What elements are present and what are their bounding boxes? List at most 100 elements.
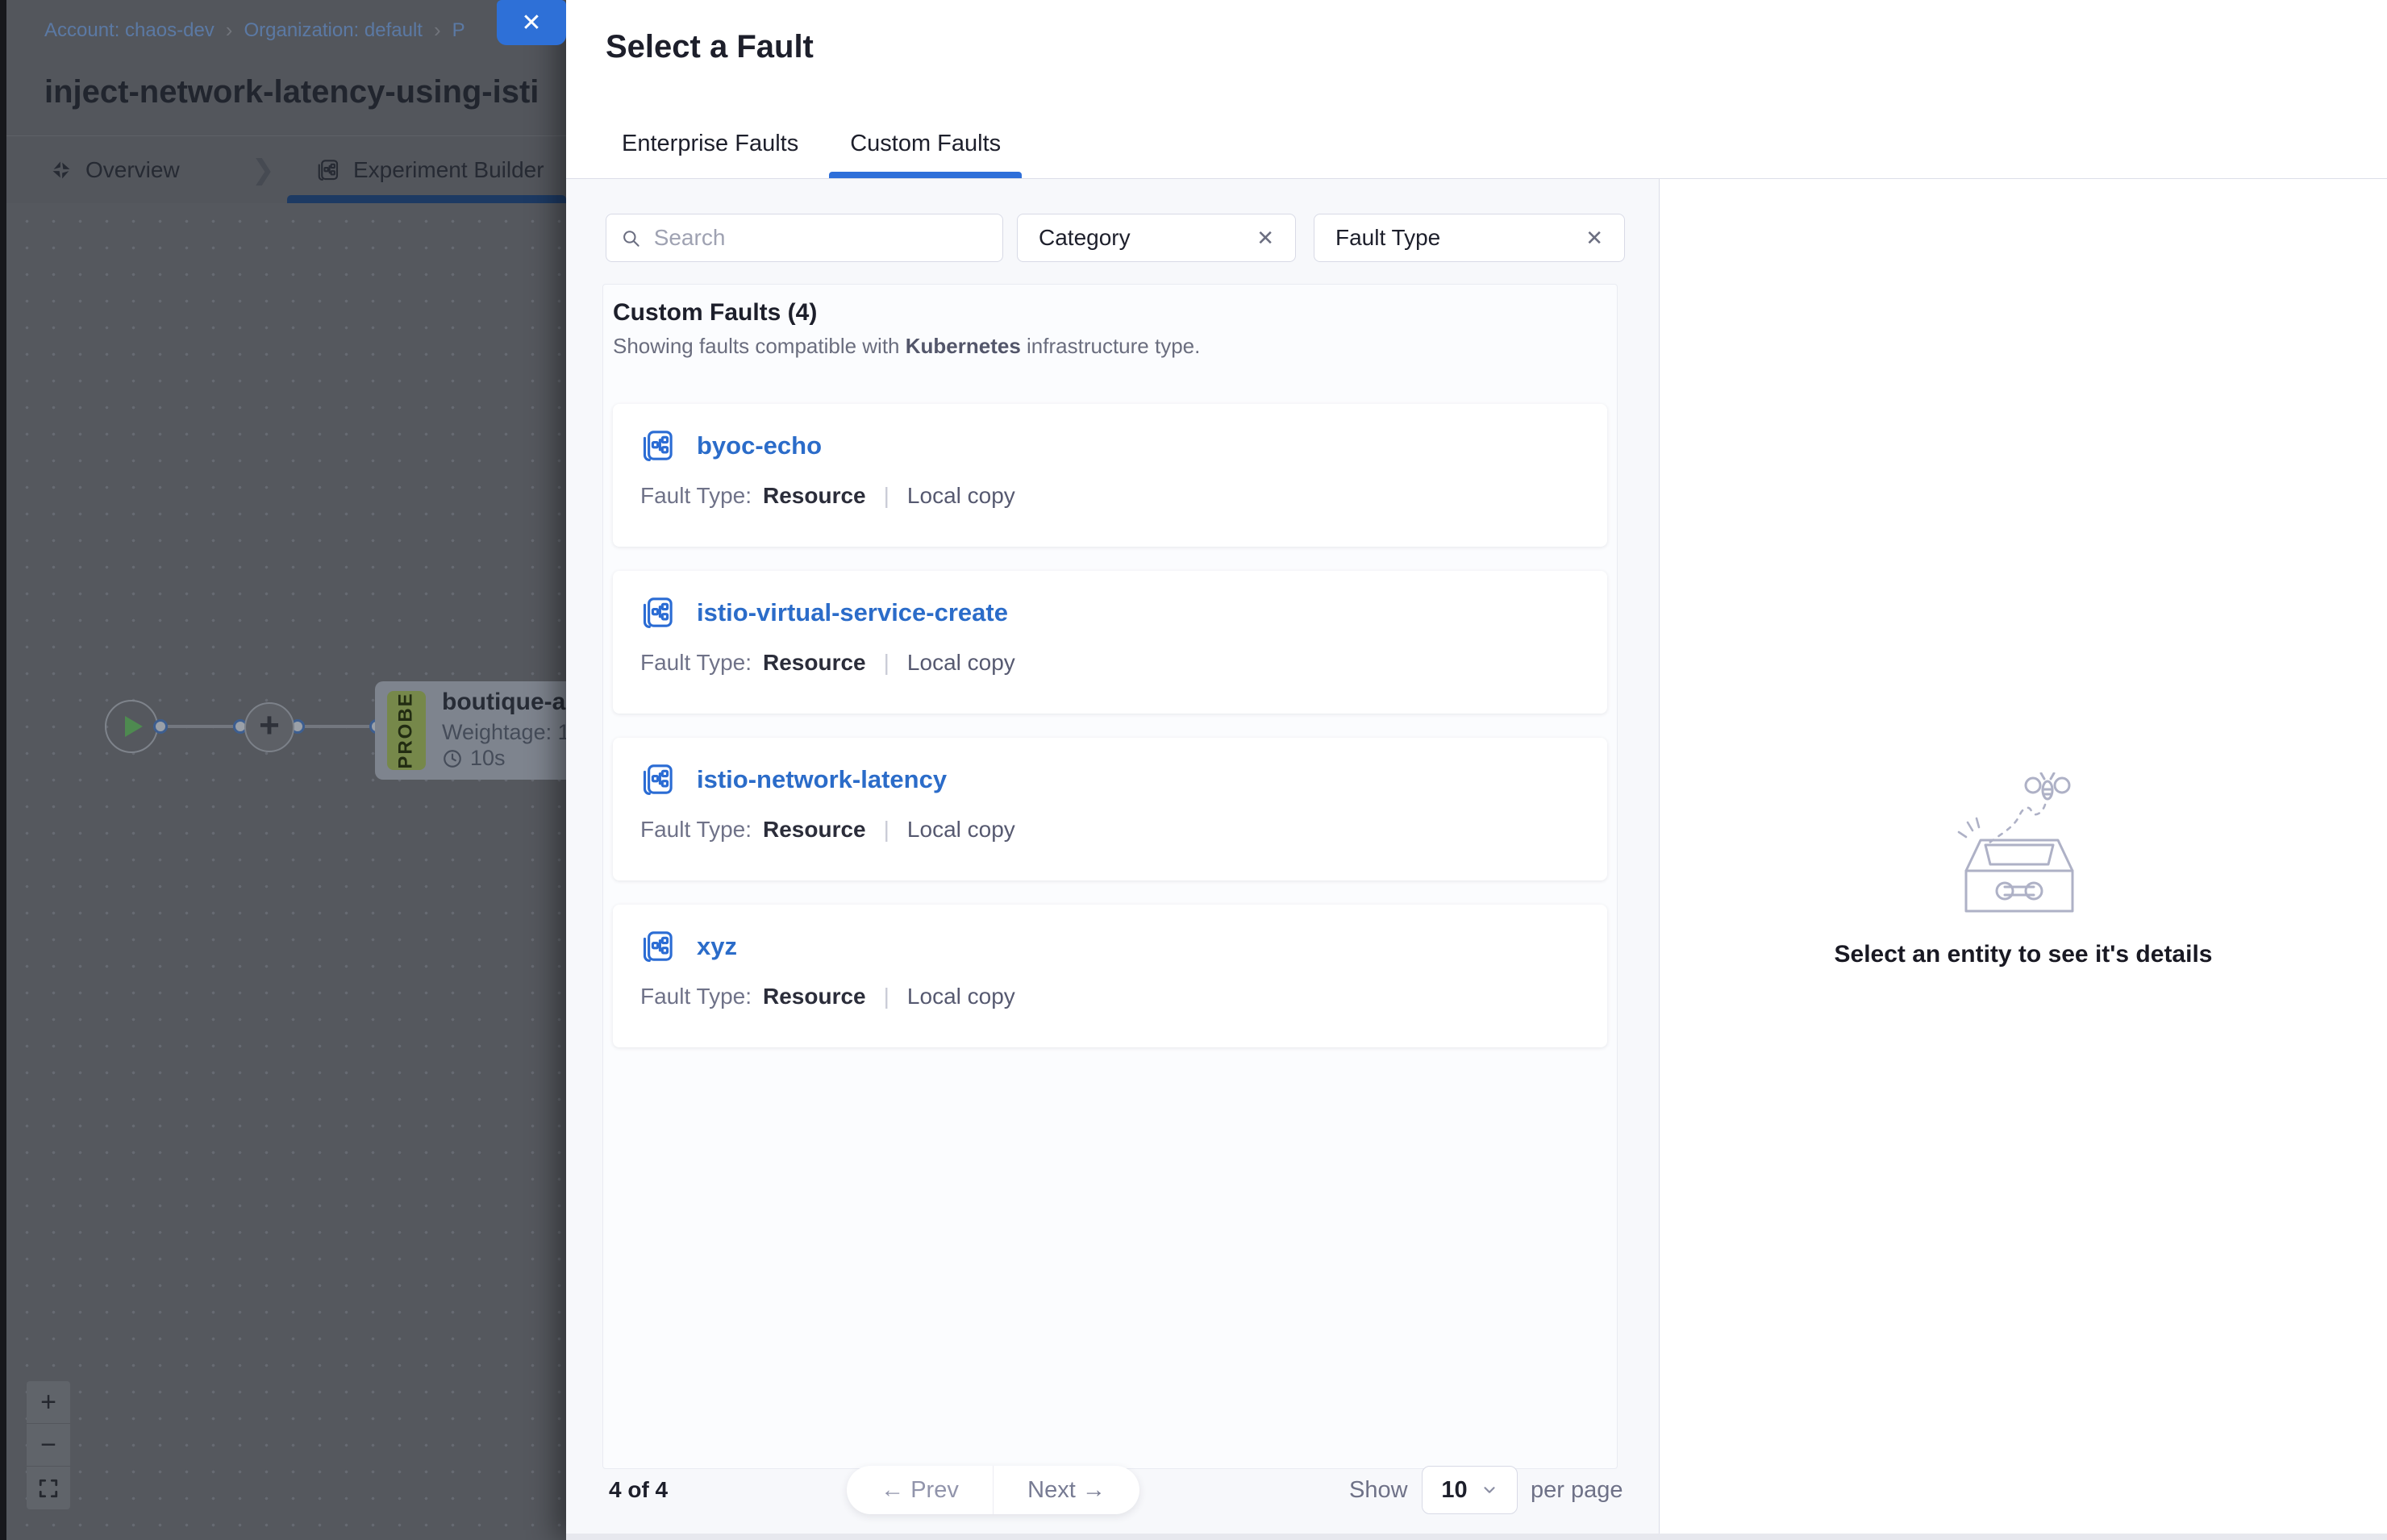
close-icon: ✕ (521, 9, 541, 37)
pagination-buttons: ← Prev Next → (847, 1466, 1139, 1514)
chevron-down-icon (1481, 1481, 1498, 1499)
meta-divider: | (884, 817, 889, 843)
probe-node-weightage: Weightage: 10 (442, 720, 577, 745)
fault-name-link[interactable]: byoc-echo (697, 431, 822, 460)
fault-details-pane: Select an entity to see it's details (1660, 179, 2387, 1540)
add-fault-button[interactable]: + (244, 702, 294, 752)
page-size-select[interactable]: 10 (1422, 1466, 1518, 1514)
active-tab-indicator (829, 172, 1022, 178)
breadcrumb: Account: chaos-dev › Organization: defau… (44, 18, 465, 43)
pipeline-edge (168, 725, 233, 728)
category-filter-label: Category (1039, 225, 1131, 251)
modal-tab[interactable]: Custom Faults (850, 131, 1001, 178)
search-icon (621, 227, 641, 249)
fault-type-value: Resource (763, 817, 866, 843)
custom-fault-icon (640, 428, 676, 464)
tab-experiment-builder-label: Experiment Builder (353, 157, 544, 183)
select-fault-modal: ✕ Select a Fault Enterprise Faults Custo… (566, 0, 2387, 1540)
modal-tab[interactable]: Enterprise Faults (622, 131, 798, 178)
modal-tab-label: Enterprise Faults (622, 131, 798, 156)
modal-bottom-edge (566, 1534, 2387, 1540)
fault-card[interactable]: istio-virtual-service-create Fault Type:… (613, 571, 1607, 714)
tab-experiment-builder[interactable]: Experiment Builder (316, 136, 544, 204)
probe-node-duration: 10s (442, 746, 506, 771)
pipeline-port (153, 719, 168, 734)
breadcrumb-account-link[interactable]: Account: chaos-dev (44, 19, 215, 42)
modal-tab-label: Custom Faults (850, 131, 1001, 156)
meta-divider: | (884, 984, 889, 1009)
clock-icon (442, 748, 463, 769)
app-root: Account: chaos-dev › Organization: defau… (0, 0, 2387, 1540)
chevron-right-icon: ❯ (252, 136, 275, 204)
overview-icon (50, 159, 73, 181)
zoom-in-button[interactable]: + (27, 1381, 70, 1424)
fault-card[interactable]: byoc-echo Fault Type: Resource | Local c… (613, 404, 1607, 547)
fault-type-value: Resource (763, 984, 866, 1009)
active-tab-underline (287, 195, 566, 203)
search-input[interactable] (652, 224, 988, 252)
local-copy-label: Local copy (907, 650, 1015, 676)
canvas-zoom-controls: + − (27, 1381, 70, 1509)
close-button[interactable]: ✕ (497, 0, 566, 45)
probe-node-title: boutique-ap (442, 689, 577, 716)
collapsed-nav-edge (0, 0, 6, 1540)
show-label: Show (1349, 1477, 1408, 1504)
fault-card[interactable]: istio-network-latency Fault Type: Resour… (613, 738, 1607, 880)
section-subtitle: Showing faults compatible with Kubernete… (613, 334, 1607, 359)
breadcrumb-project-link[interactable]: P (452, 19, 465, 42)
fault-name-link[interactable]: istio-network-latency (697, 765, 947, 794)
category-filter[interactable]: Category ✕ (1017, 214, 1296, 262)
pagination-range: 4 of 4 (609, 1477, 668, 1503)
fault-type-label: Fault Type: (640, 817, 752, 843)
local-copy-label: Local copy (907, 984, 1015, 1009)
fault-type-label: Fault Type: (640, 650, 752, 676)
pipeline-canvas[interactable]: + PROBE boutique-ap Weightage: 10 10s + … (6, 203, 566, 1540)
local-copy-label: Local copy (907, 483, 1015, 509)
probe-node-card[interactable]: PROBE boutique-ap Weightage: 10 10s (375, 681, 577, 780)
page-header: Account: chaos-dev › Organization: defau… (6, 0, 566, 135)
custom-fault-icon (640, 762, 676, 797)
breadcrumb-org-link[interactable]: Organization: default (244, 19, 422, 42)
fault-type-filter-label: Fault Type (1335, 225, 1440, 251)
fault-list-pane: Category ✕ Fault Type ✕ Custom Faults (4… (566, 179, 1660, 1540)
breadcrumb-separator-icon: › (226, 18, 233, 43)
probe-badge: PROBE (387, 691, 426, 770)
fault-type-value: Resource (763, 483, 866, 509)
meta-divider: | (884, 650, 889, 676)
fault-list: byoc-echo Fault Type: Resource | Local c… (613, 404, 1607, 1047)
fullscreen-button[interactable] (27, 1467, 70, 1509)
empty-state-text: Select an entity to see it's details (1835, 941, 2213, 968)
fault-name-link[interactable]: xyz (697, 932, 737, 961)
empty-box-illustration (1955, 772, 2092, 922)
breadcrumb-separator-icon: › (434, 18, 441, 43)
fault-type-label: Fault Type: (640, 483, 752, 509)
fullscreen-icon (38, 1478, 59, 1499)
fault-name-link[interactable]: istio-virtual-service-create (697, 598, 1008, 627)
empty-state: Select an entity to see it's details (1660, 772, 2387, 968)
fault-type-filter[interactable]: Fault Type ✕ (1314, 214, 1625, 262)
pipeline-edge (305, 725, 369, 728)
clear-filter-icon[interactable]: ✕ (1256, 226, 1274, 251)
modal-tabs: Enterprise Faults Custom Faults (622, 131, 1001, 178)
search-box[interactable] (606, 214, 1003, 262)
fault-type-label: Fault Type: (640, 984, 752, 1009)
clear-filter-icon[interactable]: ✕ (1585, 226, 1603, 251)
experiment-title: inject-network-latency-using-isti (44, 74, 539, 110)
tab-overview[interactable]: Overview (50, 136, 180, 204)
experiment-tabbar: Overview ❯ Experiment Builder (6, 135, 566, 203)
meta-divider: | (884, 483, 889, 509)
fault-type-value: Resource (763, 650, 866, 676)
pipeline-start-node[interactable] (105, 700, 158, 753)
builder-icon (316, 158, 340, 182)
play-icon (125, 716, 143, 737)
next-page-button[interactable]: Next → (994, 1466, 1139, 1514)
fault-card[interactable]: xyz Fault Type: Resource | Local copy (613, 905, 1607, 1047)
section-title: Custom Faults (4) (613, 299, 1607, 327)
zoom-out-button[interactable]: − (27, 1424, 70, 1467)
local-copy-label: Local copy (907, 817, 1015, 843)
fault-list-container: Custom Faults (4) Showing faults compati… (602, 284, 1618, 1469)
prev-page-button[interactable]: ← Prev (847, 1466, 994, 1514)
page-size-value: 10 (1441, 1477, 1467, 1504)
custom-fault-icon (640, 595, 676, 631)
custom-fault-icon (640, 929, 676, 964)
